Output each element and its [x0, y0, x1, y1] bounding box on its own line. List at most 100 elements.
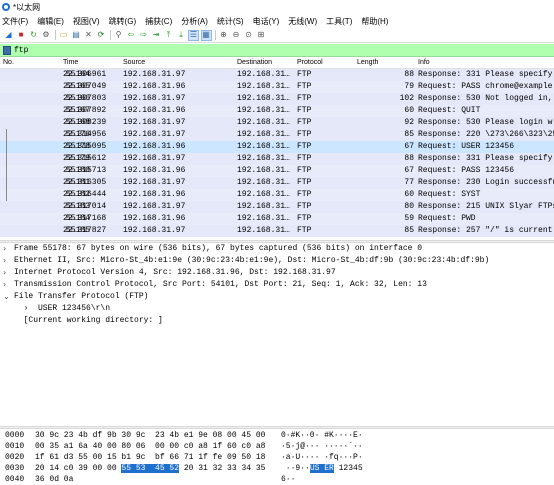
- options-gear-icon[interactable]: ⚙: [41, 30, 52, 41]
- column-header-no[interactable]: No.: [3, 59, 14, 66]
- packet-row[interactable]: 55164 22.306961 192.168.31.97 192.168.31… FT…: [0, 69, 554, 81]
- packet-cell-info: Request: SYST: [418, 190, 481, 199]
- menu-item-6[interactable]: 统计(S): [217, 16, 244, 27]
- menu-item-10[interactable]: 帮助(H): [361, 16, 388, 27]
- hex-dump-row[interactable]: 0020 1f 61 d3 55 00 15 b1 9c bf 66 71 1f …: [0, 452, 554, 463]
- column-header-length[interactable]: Length: [357, 59, 378, 66]
- resize-columns-icon[interactable]: ⊞: [256, 30, 267, 41]
- detail-tree-item[interactable]: [Current working directory: ]: [0, 315, 554, 327]
- normal-size-icon[interactable]: ⊙: [243, 30, 254, 41]
- menu-item-7[interactable]: 电话(Y): [253, 16, 280, 27]
- hex-offset: 0000: [5, 431, 25, 440]
- shark-fin-icon[interactable]: ◢: [3, 30, 14, 41]
- autoscroll-icon[interactable]: ☰: [188, 29, 199, 41]
- packet-row[interactable]: 55178 22.315095 192.168.31.96 192.168.31… FT…: [0, 141, 554, 153]
- packet-cell-info: Response: 331 Please specify: [418, 70, 553, 79]
- packet-cell-length: 59: [404, 214, 414, 223]
- ascii-highlight: US ER: [309, 464, 334, 473]
- menu-item-1[interactable]: 编辑(E): [37, 16, 64, 27]
- go-forward-icon[interactable]: ⇨: [138, 30, 149, 41]
- display-filter-input[interactable]: [14, 45, 534, 55]
- save-file-icon[interactable]: ▤: [71, 30, 82, 41]
- menu-item-8[interactable]: 无线(W): [288, 16, 317, 27]
- find-icon[interactable]: ⚲: [113, 30, 124, 41]
- menu-item-0[interactable]: 文件(F): [2, 16, 28, 27]
- expand-arrow-icon[interactable]: ›: [3, 255, 6, 267]
- detail-text: Frame 55178: 67 bytes on wire (536 bits)…: [14, 244, 423, 253]
- ascii-segment: ··9··: [281, 464, 310, 473]
- hex-dump-row[interactable]: 0010 00 35 a1 6a 40 00 80 06 00 00 c0 a8 …: [0, 441, 554, 452]
- menu-item-9[interactable]: 工具(T): [326, 16, 352, 27]
- packet-row[interactable]: 55176 22.314956 192.168.31.97 192.168.31… FT…: [0, 129, 554, 141]
- pane-splitter-bottom[interactable]: [0, 426, 554, 429]
- detail-tree-item[interactable]: › USER 123456\r\n: [0, 303, 554, 315]
- packet-cell-time: 22.315713: [63, 166, 107, 175]
- packet-cell-destination: 192.168.31…: [237, 130, 290, 139]
- packet-bytes-pane[interactable]: 0000 30 9c 23 4b df 9b 30 9c 23 4b e1 9e …: [0, 430, 554, 485]
- colorize-icon[interactable]: ▦: [200, 29, 212, 41]
- packet-row[interactable]: 55183 22.317014 192.168.31.97 192.168.31… FT…: [0, 201, 554, 213]
- goto-packet-icon[interactable]: ⇥: [151, 30, 162, 41]
- packet-cell-source: 192.168.31.97: [123, 202, 186, 211]
- column-header-time[interactable]: Time: [63, 59, 78, 66]
- packet-cell-protocol: FTP: [297, 142, 312, 151]
- packet-cell-info: Request: PASS 123456: [418, 166, 515, 175]
- detail-tree-item[interactable]: ⌄ File Transfer Protocol (FTP): [0, 291, 554, 303]
- packet-cell-time: 22.317827: [63, 226, 107, 235]
- zoom-out-icon[interactable]: ⊖: [231, 30, 242, 41]
- hex-bytes: 30 9c 23 4b df 9b 30 9c 23 4b e1 9e 08 0…: [35, 430, 265, 441]
- detail-text: [Current working directory: ]: [14, 316, 163, 325]
- detail-tree-item[interactable]: › Ethernet II, Src: Micro-St_4b:e1:9e (30…: [0, 255, 554, 267]
- packet-cell-source: 192.168.31.96: [123, 106, 186, 115]
- packet-row[interactable]: 55181 22.316305 192.168.31.97 192.168.31… FT…: [0, 177, 554, 189]
- menu-bar: 文件(F) 编辑(E) 视图(V) 跳转(G) 捕获(C) 分析(A) 统计(S) 电话(Y)…: [0, 14, 554, 28]
- detail-tree-item[interactable]: › Internet Protocol Version 4, Src: 192.1…: [0, 267, 554, 279]
- menu-item-5[interactable]: 分析(A): [181, 16, 208, 27]
- packet-cell-info: Request: QUIT: [418, 106, 481, 115]
- close-file-icon[interactable]: ✕: [83, 30, 94, 41]
- column-header-protocol[interactable]: Protocol: [297, 59, 323, 66]
- packet-row[interactable]: 55168 22.308239 192.168.31.97 192.168.31… FT…: [0, 117, 554, 129]
- packet-row[interactable]: 55180 22.315713 192.168.31.96 192.168.31… FT…: [0, 165, 554, 177]
- packet-row[interactable]: 55165 22.307049 192.168.31.96 192.168.31… FT…: [0, 81, 554, 93]
- column-header-destination[interactable]: Destination: [237, 59, 272, 66]
- column-header-info[interactable]: Info: [418, 59, 430, 66]
- restart-icon[interactable]: ↻: [28, 30, 39, 41]
- first-packet-icon[interactable]: ⤒: [163, 30, 174, 41]
- zoom-in-icon[interactable]: ⊕: [218, 30, 229, 41]
- expand-arrow-icon[interactable]: ›: [3, 267, 6, 279]
- menu-item-2[interactable]: 视图(V): [73, 16, 100, 27]
- column-header-source[interactable]: Source: [123, 59, 145, 66]
- filter-bookmark-icon[interactable]: [3, 45, 11, 55]
- packet-row[interactable]: 55185 22.317827 192.168.31.97 192.168.31… FT…: [0, 225, 554, 237]
- packet-row[interactable]: 55182 22.316444 192.168.31.96 192.168.31… FT…: [0, 189, 554, 201]
- packet-cell-protocol: FTP: [297, 106, 312, 115]
- open-file-icon[interactable]: ▭: [58, 30, 69, 41]
- menu-item-4[interactable]: 捕获(C): [145, 16, 172, 27]
- detail-tree-item[interactable]: › Transmission Control Protocol, Src Port…: [0, 279, 554, 291]
- menu-item-3[interactable]: 跳转(G): [109, 16, 137, 27]
- packet-row[interactable]: 55184 22.317168 192.168.31.96 192.168.31… FT…: [0, 213, 554, 225]
- packet-cell-info: Response: 220 \273\266\323\25: [418, 130, 554, 139]
- reload-icon[interactable]: ⟳: [96, 30, 107, 41]
- hex-bytes: 1f 61 d3 55 00 15 b1 9c bf 66 71 1f fe 0…: [35, 452, 265, 463]
- packet-cell-info: Response: 215 UNIX Slyar FTPs: [418, 202, 554, 211]
- expand-arrow-icon[interactable]: ›: [3, 279, 6, 291]
- expand-arrow-icon[interactable]: ›: [3, 243, 6, 255]
- hex-dump-row[interactable]: 0040 36 0d 0a 6··: [0, 474, 554, 485]
- detail-tree-item[interactable]: › Frame 55178: 67 bytes on wire (536 bits…: [0, 243, 554, 255]
- collapse-arrow-icon[interactable]: ⌄: [3, 291, 10, 303]
- wireshark-app-icon: [2, 3, 10, 11]
- packet-cell-source: 192.168.31.96: [123, 190, 186, 199]
- hex-dump-row[interactable]: 0000 30 9c 23 4b df 9b 30 9c 23 4b e1 9e …: [0, 430, 554, 441]
- packet-row[interactable]: 55167 22.307892 192.168.31.96 192.168.31… FT…: [0, 105, 554, 117]
- packet-row[interactable]: 55166 22.307803 192.168.31.97 192.168.31… FT…: [0, 93, 554, 105]
- last-packet-icon[interactable]: ⤓: [176, 30, 187, 41]
- go-back-icon[interactable]: ⇦: [126, 30, 137, 41]
- stop-icon[interactable]: ■: [16, 30, 27, 41]
- packet-cell-time: 22.314956: [63, 130, 107, 139]
- hex-dump-row[interactable]: 0030 20 14 c0 39 00 00 55 53 45 52 20 31 …: [0, 463, 554, 474]
- packet-details-pane[interactable]: › Frame 55178: 67 bytes on wire (536 bits…: [0, 243, 554, 426]
- packet-row[interactable]: 55179 22.315612 192.168.31.97 192.168.31… FT…: [0, 153, 554, 165]
- packet-list[interactable]: 55164 22.306961 192.168.31.97 192.168.31… FT…: [0, 69, 554, 240]
